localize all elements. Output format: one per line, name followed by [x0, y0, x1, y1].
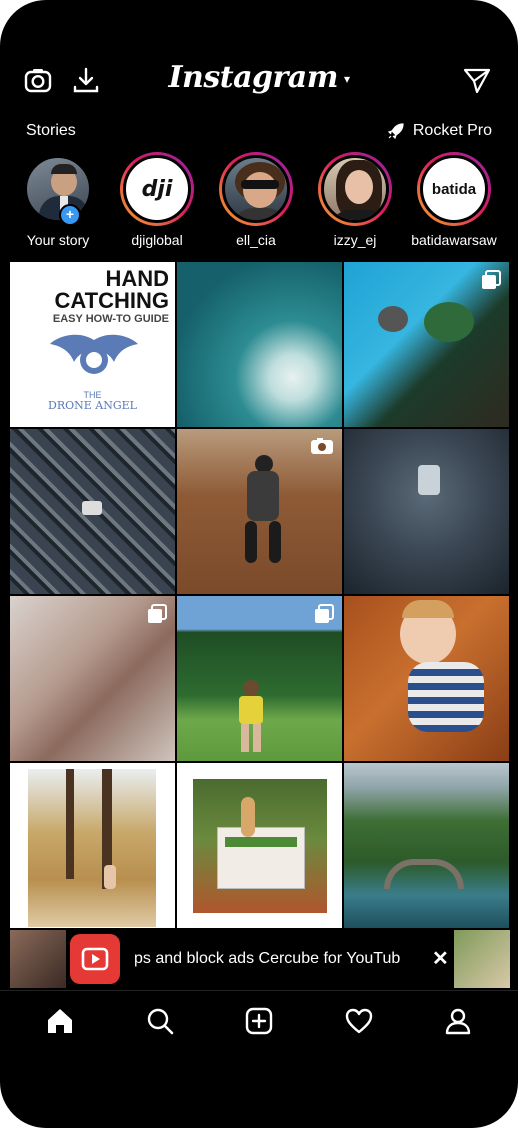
batida-logo: batida — [431, 180, 477, 198]
stories-row: + Your story dji djiglobal ell_cia izzy_… — [0, 152, 518, 252]
logo-text: DRONE ANGEL — [48, 399, 137, 412]
bottom-navbar — [0, 990, 518, 1047]
story-label: izzy_ej — [333, 232, 377, 248]
story-your-story[interactable]: + Your story — [8, 152, 108, 248]
add-post-icon[interactable] — [239, 1001, 279, 1041]
cercube-app-icon[interactable] — [70, 934, 120, 984]
post-thumbnail[interactable] — [177, 429, 342, 594]
add-story-icon[interactable]: + — [59, 204, 81, 226]
story-label: ell_cia — [236, 232, 276, 248]
play-icon — [81, 947, 109, 971]
video-icon — [311, 438, 333, 454]
post-thumbnail[interactable] — [10, 429, 175, 594]
avatar — [318, 152, 392, 226]
post-thumbnail[interactable] — [10, 596, 175, 761]
story-izzy-ej[interactable]: izzy_ej — [305, 152, 405, 248]
post-thumbnail[interactable] — [177, 596, 342, 761]
post-thumbnail[interactable]: HAND CATCHING EASY HOW-TO GUIDE THE DRON… — [10, 262, 175, 427]
stories-label: Stories — [26, 122, 76, 139]
story-batidawarsaw[interactable]: batida batidawarsaw — [404, 152, 504, 248]
avatar: + — [21, 152, 95, 226]
avatar: dji — [120, 152, 194, 226]
post-thumbnail[interactable] — [177, 262, 342, 427]
post-thumbnail[interactable] — [177, 763, 342, 928]
story-label: djiglobal — [131, 232, 183, 248]
send-icon[interactable] — [460, 64, 494, 96]
dji-logo: dji — [141, 176, 173, 202]
avatar: batida — [417, 152, 491, 226]
rocket-pro-label: Rocket Pro — [412, 122, 492, 139]
chevron-down-icon: ▾ — [343, 72, 350, 86]
carousel-icon — [148, 604, 167, 623]
rocket-icon — [387, 123, 404, 140]
search-icon[interactable] — [140, 1001, 180, 1041]
app-title: Instagram — [168, 60, 338, 95]
post-subtitle: EASY HOW-TO GUIDE — [52, 313, 169, 325]
post-thumbnail[interactable] — [344, 596, 509, 761]
avatar — [219, 152, 293, 226]
banner-thumbnail-left — [10, 930, 66, 988]
ad-banner[interactable]: ps and block ads Cercube for YouTub ✕ — [10, 930, 510, 988]
activity-icon[interactable] — [339, 1001, 379, 1041]
banner-text: ps and block ads Cercube for YouTub — [134, 950, 401, 967]
post-title-line: CATCHING — [54, 288, 169, 313]
story-djiglobal[interactable]: dji djiglobal — [107, 152, 207, 248]
post-thumbnail[interactable] — [344, 262, 509, 427]
rocket-pro-button[interactable]: Rocket Pro — [387, 122, 492, 140]
post-thumbnail[interactable] — [10, 763, 175, 928]
app-logo[interactable]: Instagram ▾ — [0, 60, 518, 95]
close-icon[interactable]: ✕ — [432, 946, 449, 971]
story-label: Your story — [26, 232, 90, 248]
home-icon[interactable] — [40, 1001, 80, 1041]
stories-header: Stories Rocket Pro — [26, 122, 492, 142]
phone-frame: Instagram ▾ Stories Rocket Pro + Your sto… — [0, 0, 518, 1128]
post-thumbnail[interactable] — [344, 763, 509, 928]
post-thumbnail[interactable] — [344, 429, 509, 594]
post-title-line: HAND — [105, 266, 169, 291]
drone-angel-logo — [50, 334, 138, 374]
carousel-icon — [482, 270, 501, 289]
banner-thumbnail-right — [454, 930, 510, 988]
story-label: batidawarsaw — [411, 232, 497, 248]
profile-icon[interactable] — [438, 1001, 478, 1041]
carousel-icon — [315, 604, 334, 623]
story-ell-cia[interactable]: ell_cia — [206, 152, 306, 248]
